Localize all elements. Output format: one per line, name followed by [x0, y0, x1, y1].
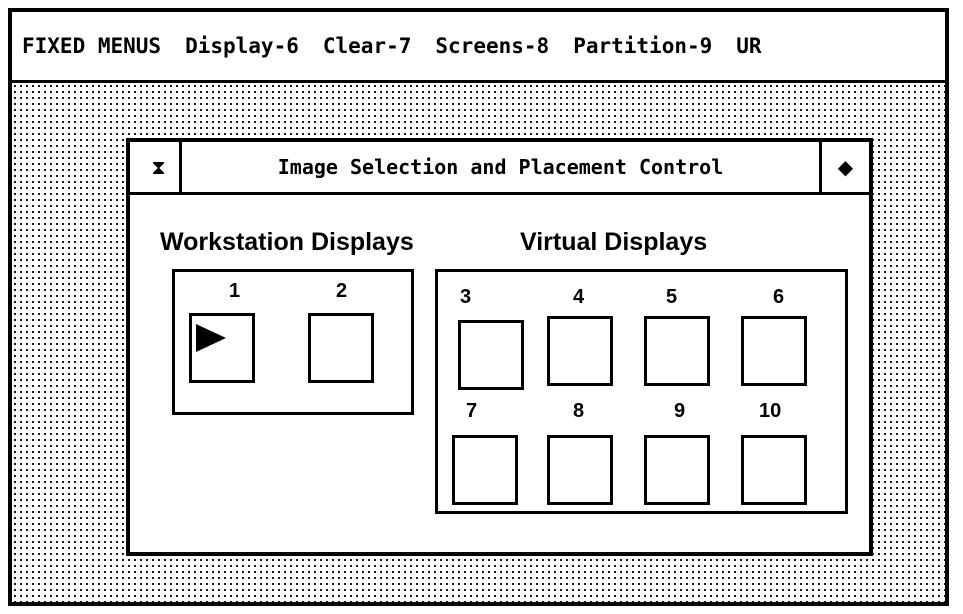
- window-title-bar[interactable]: ⧗ Image Selection and Placement Control …: [130, 142, 869, 195]
- display-box[interactable]: [308, 313, 374, 383]
- virtual-displays-group: 3 4 5 6 7 8 9 10: [435, 269, 848, 514]
- display-box[interactable]: [644, 435, 710, 505]
- display-box[interactable]: [644, 316, 710, 386]
- display-box[interactable]: [547, 435, 613, 505]
- image-selection-window: ⧗ Image Selection and Placement Control …: [126, 138, 873, 556]
- window-title: Image Selection and Placement Control: [277, 155, 724, 179]
- display-number: 8: [573, 400, 585, 422]
- menu-fixed-menus[interactable]: FIXED MENUS: [22, 34, 161, 58]
- display-number: 10: [759, 400, 782, 422]
- display-number: 3: [460, 286, 472, 308]
- display-box[interactable]: [452, 435, 518, 505]
- fixed-menu-bar: FIXED MENUS Display-6 Clear-7 Screens-8 …: [12, 12, 945, 83]
- menu-partition[interactable]: Partition-9: [573, 34, 712, 58]
- menu-display[interactable]: Display-6: [185, 34, 299, 58]
- display-box[interactable]: [741, 316, 807, 386]
- display-box[interactable]: [458, 320, 524, 390]
- screen: FIXED MENUS Display-6 Clear-7 Screens-8 …: [8, 8, 949, 606]
- display-number: 9: [674, 400, 686, 422]
- display-number: 1: [229, 280, 241, 302]
- display-number: 6: [773, 286, 785, 308]
- virtual-displays-label: Virtual Displays: [520, 228, 708, 256]
- display-number: 2: [336, 280, 348, 302]
- selection-pointer-icon: [196, 324, 226, 352]
- menu-screens[interactable]: Screens-8: [435, 34, 549, 58]
- display-number: 4: [573, 286, 585, 308]
- display-box[interactable]: [189, 313, 255, 383]
- menu-ur[interactable]: UR: [736, 34, 761, 58]
- menu-clear[interactable]: Clear-7: [323, 34, 412, 58]
- workstation-displays-label: Workstation Displays: [160, 228, 414, 256]
- display-box[interactable]: [741, 435, 807, 505]
- zoom-box-icon[interactable]: ◆: [819, 142, 869, 192]
- close-box-icon[interactable]: ⧗: [138, 142, 182, 192]
- display-box[interactable]: [547, 316, 613, 386]
- display-number: 5: [666, 286, 678, 308]
- display-number: 7: [466, 400, 478, 422]
- workstation-displays-group: 1 2: [172, 269, 414, 415]
